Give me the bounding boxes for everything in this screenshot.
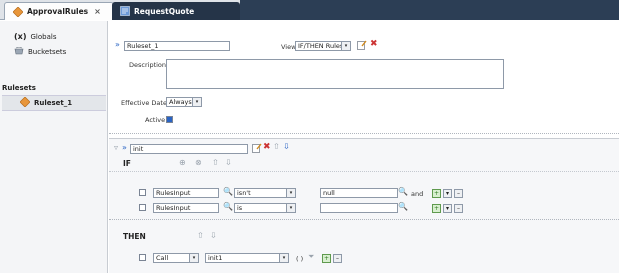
action-checkbox[interactable] [139, 254, 146, 261]
rulesets-header: Rulesets [2, 84, 36, 92]
condition-1-left-input[interactable]: RulesInput [153, 188, 219, 198]
if-divider [109, 171, 619, 172]
ruleset-name-input[interactable]: Ruleset_1 [124, 41, 230, 51]
condition-1-menu-button[interactable]: ▾ [443, 189, 452, 198]
then-label: THEN [123, 232, 146, 241]
sidebar-item-globals[interactable]: (x) Globals [14, 32, 56, 41]
condition-2-left-input[interactable]: RulesInput [153, 203, 219, 213]
move-test-up-icon[interactable]: ⇧ [212, 158, 219, 168]
tabbar-background [240, 0, 619, 20]
chevron-down-icon: ▾ [341, 42, 350, 50]
condition-2-right-input[interactable] [320, 203, 398, 213]
funnel-icon[interactable]: ⏷ [308, 252, 314, 262]
editor-tabbar: ApprovalRules × RequestQuote [0, 0, 619, 20]
move-rule-down-icon[interactable]: ⇩ [283, 142, 290, 152]
tab-request-quote[interactable]: RequestQuote [112, 2, 240, 20]
expand-rule-icon[interactable]: » [122, 143, 127, 153]
condition-1-checkbox[interactable] [139, 189, 146, 196]
view-select[interactable]: IF/THEN Rules ▾ [295, 41, 351, 51]
tab-approval-rules[interactable]: ApprovalRules × [4, 2, 114, 20]
search-icon[interactable]: 🔍 [398, 187, 408, 197]
edit-rule-icon[interactable] [252, 143, 262, 156]
delete-rule-icon[interactable]: ✖ [263, 142, 271, 152]
remove-condition-2-button[interactable]: – [454, 204, 463, 213]
search-icon[interactable]: 🔍 [223, 202, 233, 212]
condition-1-right-input[interactable]: null [320, 188, 398, 198]
add-condition-2-button[interactable]: + [432, 204, 441, 213]
chevron-down-icon: ▾ [279, 254, 288, 262]
globals-icon: (x) [14, 32, 27, 41]
then-divider [109, 219, 619, 220]
rule-name-input[interactable]: init [130, 144, 248, 154]
move-action-up-icon[interactable]: ⇧ [197, 231, 204, 241]
chevron-down-icon: ▾ [189, 254, 198, 262]
action-target-select[interactable]: init1 ▾ [205, 253, 289, 263]
move-action-down-icon[interactable]: ⇩ [210, 231, 217, 241]
condition-1-operator-value: isn't [237, 189, 251, 197]
section-divider [109, 133, 619, 134]
condition-2-operator-select[interactable]: is ▾ [234, 203, 296, 213]
bucketset-icon [14, 46, 24, 57]
rules-navigator: (x) Globals Bucketsets Rulesets Ruleset_… [0, 21, 108, 273]
remove-condition-1-button[interactable]: – [454, 189, 463, 198]
sidebar-item-ruleset-1[interactable]: Ruleset_1 [2, 95, 106, 111]
search-icon[interactable]: 🔍 [223, 187, 233, 197]
effective-date-value: Always [169, 98, 192, 106]
collapse-ruleset-icon[interactable]: » [115, 40, 120, 50]
globals-label: Globals [30, 32, 57, 41]
condition-2-menu-button[interactable]: ▾ [443, 204, 452, 213]
active-checkbox[interactable] [166, 116, 173, 123]
ruleset-editor: » Ruleset_1 View IF/THEN Rules ▾ ✖ Descr… [109, 21, 619, 273]
action-target-value: init1 [208, 254, 223, 262]
action-type-select[interactable]: Call ▾ [153, 253, 199, 263]
sidebar-item-bucketsets[interactable]: Bucketsets [14, 46, 67, 57]
chevron-down-icon: ▾ [286, 189, 295, 197]
move-rule-up-icon[interactable]: ⇧ [273, 142, 280, 152]
tab-approval-label: ApprovalRules [27, 7, 89, 16]
condition-2-checkbox[interactable] [139, 204, 146, 211]
close-tab-icon[interactable]: × [94, 7, 101, 16]
condition-2-operator-value: is [237, 204, 243, 212]
search-icon[interactable]: 🔍 [398, 202, 408, 212]
bpel-process-icon [120, 6, 130, 16]
condition-1-join-label: and [411, 190, 424, 198]
effective-date-select[interactable]: Always ▾ [166, 97, 202, 107]
collapse-rule-icon[interactable]: ▿ [114, 143, 118, 153]
action-type-value: Call [156, 254, 169, 262]
bucketsets-label: Bucketsets [28, 48, 67, 56]
add-action-button[interactable]: + [322, 254, 331, 263]
move-test-down-icon[interactable]: ⇩ [225, 158, 232, 168]
add-condition-1-button[interactable]: + [432, 189, 441, 198]
view-select-value: IF/THEN Rules [298, 42, 344, 50]
remove-action-button[interactable]: – [333, 254, 342, 263]
description-textarea[interactable] [166, 59, 504, 89]
chevron-down-icon: ▾ [286, 204, 295, 212]
edit-properties-icon[interactable] [357, 40, 367, 53]
rules-diamond-icon [12, 6, 24, 17]
ruleset-icon [19, 96, 31, 109]
ruleset-1-label: Ruleset_1 [34, 99, 73, 107]
tab-request-label: RequestQuote [134, 6, 195, 16]
chevron-down-icon: ▾ [192, 98, 201, 106]
effective-date-label: Effective Date [121, 99, 167, 107]
add-nested-test-icon[interactable]: ⊗ [195, 158, 202, 168]
delete-ruleset-icon[interactable]: ✖ [370, 39, 378, 49]
add-test-icon[interactable]: ⊕ [179, 158, 186, 168]
action-parens: ( ) [296, 255, 304, 263]
description-label: Description [129, 61, 167, 69]
rule-panel: ▿ » init ✖ ⇧ ⇩ IF ⊕ ⊗ ⇧ ⇩ RulesInput 🔍 i… [109, 138, 619, 273]
active-label: Active [145, 116, 166, 124]
condition-1-operator-select[interactable]: isn't ▾ [234, 188, 296, 198]
if-label: IF [123, 159, 131, 168]
